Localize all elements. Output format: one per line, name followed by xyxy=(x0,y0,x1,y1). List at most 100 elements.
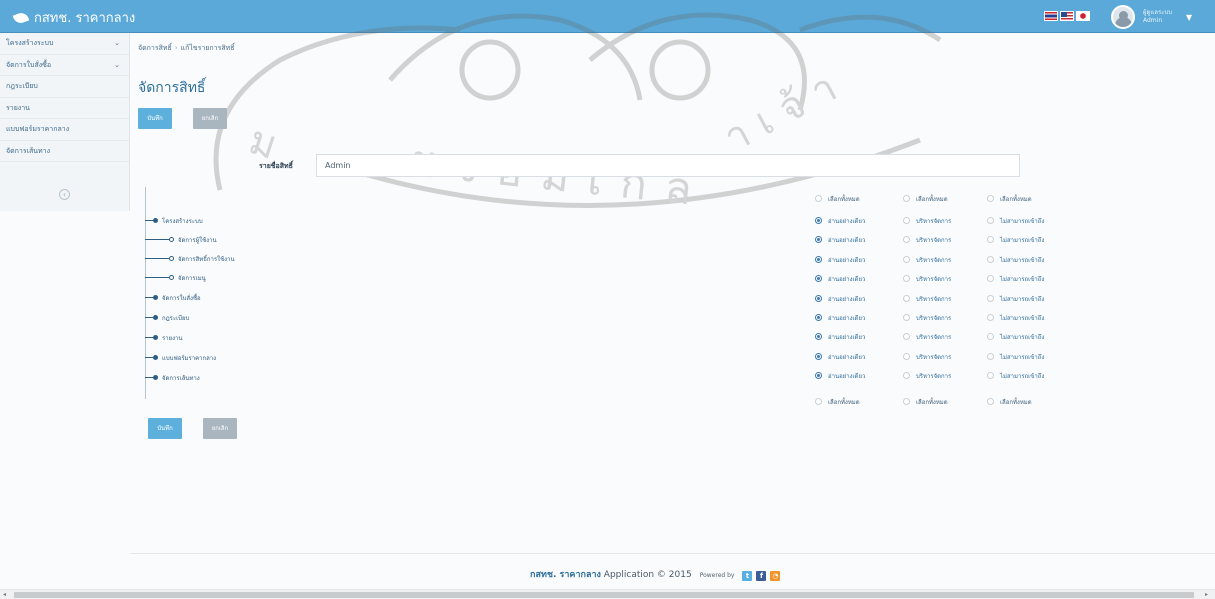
permission-radio[interactable]: อ่านอย่างเดียว xyxy=(815,332,865,344)
tree-node[interactable]: จัดการเมนู xyxy=(145,273,206,285)
breadcrumb-item[interactable]: จัดการสิทธิ์ xyxy=(138,44,172,52)
tree-node[interactable]: จัดการเส้นทาง xyxy=(145,373,200,385)
sidebar-item[interactable]: จัดการใบสั่งซื้อ ⌄ xyxy=(0,55,129,76)
radio-icon[interactable] xyxy=(903,255,910,263)
radio-icon[interactable] xyxy=(815,398,822,405)
tree-node[interactable]: จัดการสิทธิ์การใช้งาน xyxy=(145,254,235,266)
permission-radio[interactable]: อ่านอย่างเดียว xyxy=(815,313,865,325)
radio-icon[interactable] xyxy=(987,195,994,202)
permission-radio[interactable]: ไม่สามารถเข้าถึง xyxy=(987,255,1044,267)
select-all-radio[interactable]: เลือกทั้งหมด xyxy=(903,194,948,206)
permission-radio[interactable]: อ่านอย่างเดียว xyxy=(815,235,865,247)
save-button-bottom[interactable]: บันทึก xyxy=(148,418,182,439)
radio-icon[interactable] xyxy=(987,217,994,224)
thai-flag-icon[interactable] xyxy=(1044,11,1058,21)
facebook-icon[interactable]: f xyxy=(756,571,767,581)
sidebar-item[interactable]: รายงาน xyxy=(0,98,129,119)
permission-radio[interactable]: ไม่สามารถเข้าถึง xyxy=(987,371,1044,383)
radio-icon[interactable] xyxy=(903,333,910,341)
permission-radio[interactable]: อ่านอย่างเดียว xyxy=(815,216,865,228)
permission-radio[interactable]: อ่านอย่างเดียว xyxy=(815,352,865,364)
scroll-right-icon[interactable]: ▸ xyxy=(1205,590,1208,599)
scrollbar-thumb[interactable] xyxy=(14,592,1194,598)
radio-icon[interactable] xyxy=(987,255,994,263)
permission-radio[interactable]: บริหารจัดการ xyxy=(903,332,951,344)
tree-node[interactable]: กฎระเบียบ xyxy=(145,313,189,325)
rss-icon[interactable]: ◔ xyxy=(770,571,781,581)
sidebar-item[interactable]: จัดการเส้นทาง xyxy=(0,141,129,162)
cancel-button-bottom[interactable]: ยกเลิก xyxy=(203,418,237,439)
radio-icon[interactable] xyxy=(903,236,910,244)
sidebar-item[interactable]: กฎระเบียบ xyxy=(0,76,129,98)
permission-radio[interactable]: อ่านอย่างเดียว xyxy=(815,371,865,383)
us-flag-icon[interactable] xyxy=(1060,11,1074,21)
cancel-button[interactable]: ยกเลิก xyxy=(193,108,227,129)
sidebar-item[interactable]: แบบฟอร์มราคากลาง xyxy=(0,119,129,141)
permission-radio[interactable]: บริหารจัดการ xyxy=(903,313,951,325)
select-all-radio[interactable]: เลือกทั้งหมด xyxy=(987,194,1032,206)
app-brand[interactable]: กสทช. ราคากลาง xyxy=(12,7,135,28)
tree-node[interactable]: แบบฟอร์มราคากลาง xyxy=(145,353,216,365)
permission-radio[interactable]: บริหารจัดการ xyxy=(903,216,951,228)
radio-icon[interactable] xyxy=(815,217,822,224)
radio-icon[interactable] xyxy=(987,314,994,321)
user-avatar[interactable] xyxy=(1111,5,1135,29)
radio-icon[interactable] xyxy=(815,333,822,341)
permission-radio[interactable]: ไม่สามารถเข้าถึง xyxy=(987,235,1044,247)
horizontal-scrollbar[interactable]: ◂ ▸ xyxy=(0,589,1215,599)
scroll-left-icon[interactable]: ◂ xyxy=(3,590,6,599)
select-all-radio[interactable]: เลือกทั้งหมด xyxy=(815,194,860,206)
select-all-radio[interactable]: เลือกทั้งหมด xyxy=(987,397,1032,409)
save-button[interactable]: บันทึก xyxy=(138,108,172,129)
user-info[interactable]: ผู้ดูแลระบบ Admin xyxy=(1143,9,1172,25)
radio-icon[interactable] xyxy=(815,314,822,321)
radio-icon[interactable] xyxy=(815,195,822,202)
radio-icon[interactable] xyxy=(903,314,910,321)
radio-icon[interactable] xyxy=(987,294,994,302)
tree-node[interactable]: จัดการผู้ใช้งาน xyxy=(145,235,217,247)
permission-radio[interactable]: บริหารจัดการ xyxy=(903,294,951,306)
radio-icon[interactable] xyxy=(903,275,910,283)
caret-down-icon[interactable]: ▼ xyxy=(1186,13,1192,22)
permission-radio[interactable]: บริหารจัดการ xyxy=(903,371,951,383)
radio-icon[interactable] xyxy=(987,398,994,405)
permission-radio[interactable]: ไม่สามารถเข้าถึง xyxy=(987,352,1044,364)
select-all-radio[interactable]: เลือกทั้งหมด xyxy=(903,397,948,409)
permission-radio[interactable]: อ่านอย่างเดียว xyxy=(815,255,865,267)
radio-icon[interactable] xyxy=(987,275,994,283)
permission-radio[interactable]: บริหารจัดการ xyxy=(903,235,951,247)
tree-node[interactable]: จัดการใบสั่งซื้อ xyxy=(145,293,201,305)
tree-node[interactable]: โครงสร้างระบบ xyxy=(145,216,203,228)
permission-radio[interactable]: บริหารจัดการ xyxy=(903,352,951,364)
radio-icon[interactable] xyxy=(815,352,822,360)
radio-icon[interactable] xyxy=(903,217,910,224)
radio-icon[interactable] xyxy=(903,352,910,360)
radio-icon[interactable] xyxy=(815,294,822,302)
permission-radio[interactable]: ไม่สามารถเข้าถึง xyxy=(987,294,1044,306)
permission-radio[interactable]: ไม่สามารถเข้าถึง xyxy=(987,332,1044,344)
radio-icon[interactable] xyxy=(903,294,910,302)
permission-radio[interactable]: อ่านอย่างเดียว xyxy=(815,294,865,306)
role-name-input[interactable] xyxy=(316,154,1020,177)
select-all-radio[interactable]: เลือกทั้งหมด xyxy=(815,397,860,409)
sidebar-collapse-button[interactable]: ‹ xyxy=(59,189,70,200)
twitter-icon[interactable]: t xyxy=(742,571,753,581)
radio-icon[interactable] xyxy=(987,372,994,380)
radio-icon[interactable] xyxy=(987,352,994,360)
sidebar-item[interactable]: โครงสร้างระบบ ⌄ xyxy=(0,33,129,55)
japan-flag-icon[interactable] xyxy=(1076,11,1090,21)
radio-icon[interactable] xyxy=(903,195,910,202)
radio-icon[interactable] xyxy=(815,255,822,263)
radio-icon[interactable] xyxy=(903,398,910,405)
permission-radio[interactable]: อ่านอย่างเดียว xyxy=(815,274,865,286)
permission-radio[interactable]: บริหารจัดการ xyxy=(903,274,951,286)
permission-radio[interactable]: ไม่สามารถเข้าถึง xyxy=(987,274,1044,286)
permission-radio[interactable]: ไม่สามารถเข้าถึง xyxy=(987,313,1044,325)
tree-node[interactable]: รายงาน xyxy=(145,333,183,345)
permission-radio[interactable]: บริหารจัดการ xyxy=(903,255,951,267)
radio-icon[interactable] xyxy=(987,236,994,244)
permission-radio[interactable]: ไม่สามารถเข้าถึง xyxy=(987,216,1044,228)
radio-icon[interactable] xyxy=(903,372,910,380)
radio-icon[interactable] xyxy=(815,275,822,283)
radio-icon[interactable] xyxy=(815,236,822,244)
